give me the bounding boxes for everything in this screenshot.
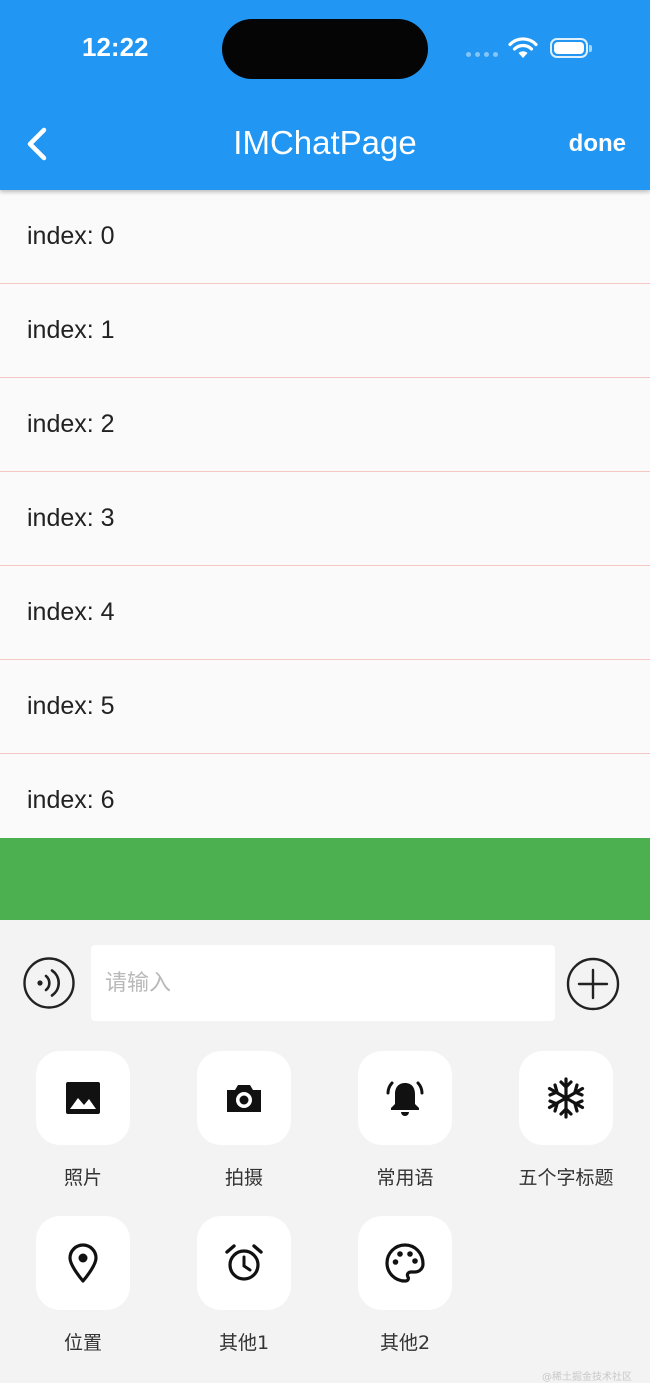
app-bar: 12:22 IMChatPage done	[0, 0, 650, 190]
list-item[interactable]: index: 5	[0, 660, 650, 754]
list-item-label: index: 0	[27, 222, 115, 250]
palette-icon	[385, 1243, 425, 1283]
status-time: 12:22	[82, 32, 149, 62]
list-item-label: index: 1	[27, 316, 115, 344]
list-item-label: index: 5	[27, 692, 115, 720]
list-item-label: index: 6	[27, 786, 115, 814]
tile-common-phrases[interactable]: 常用语	[325, 1051, 485, 1190]
list-item[interactable]: index: 2	[0, 378, 650, 472]
tile-photo[interactable]: 照片	[3, 1051, 163, 1190]
tile-camera[interactable]: 拍摄	[164, 1051, 324, 1190]
list-item-label: index: 4	[27, 598, 115, 626]
tile-label: 位置	[63, 1332, 102, 1354]
list-item[interactable]: index: 3	[0, 472, 650, 566]
watermark: @稀土掘金技术社区	[542, 1372, 632, 1383]
voice-button[interactable]	[23, 957, 75, 1009]
camera-icon	[227, 1085, 261, 1112]
alarm-clock-icon	[225, 1244, 263, 1281]
tile-label: 五个字标题	[518, 1167, 614, 1189]
tile-label: 常用语	[376, 1167, 434, 1189]
tile-five-char-title[interactable]: 五个字标题	[486, 1051, 646, 1190]
list-item[interactable]: index: 1	[0, 284, 650, 378]
list-item-label: index: 2	[27, 410, 115, 438]
bell-icon	[386, 1081, 424, 1116]
wifi-icon	[508, 37, 538, 58]
message-list[interactable]: index: 0 index: 1 index: 2 index: 3 inde…	[0, 190, 650, 838]
tile-location[interactable]: 位置	[3, 1216, 163, 1355]
battery-icon	[550, 38, 592, 58]
tile-label: 其他1	[218, 1332, 270, 1354]
page-title: IMChatPage	[233, 124, 417, 161]
done-button[interactable]: done	[569, 130, 626, 158]
snowflake-icon	[547, 1077, 585, 1119]
tile-other-2[interactable]: 其他2	[325, 1216, 485, 1355]
plus-button[interactable]	[566, 957, 620, 1011]
tile-label: 拍摄	[224, 1167, 263, 1189]
list-item[interactable]: index: 0	[0, 190, 650, 284]
dynamic-island	[222, 19, 428, 79]
tile-label: 其他2	[379, 1332, 431, 1354]
list-item[interactable]: index: 4	[0, 566, 650, 660]
signal-icon	[466, 52, 500, 58]
list-item-label: index: 3	[27, 504, 115, 532]
location-pin-icon	[68, 1243, 98, 1283]
photo-icon	[66, 1082, 100, 1114]
list-item[interactable]: index: 6	[0, 754, 650, 838]
tile-other-1[interactable]: 其他1	[164, 1216, 324, 1355]
tile-label: 照片	[63, 1167, 102, 1189]
green-panel	[0, 838, 650, 920]
message-input[interactable]	[91, 945, 555, 1021]
